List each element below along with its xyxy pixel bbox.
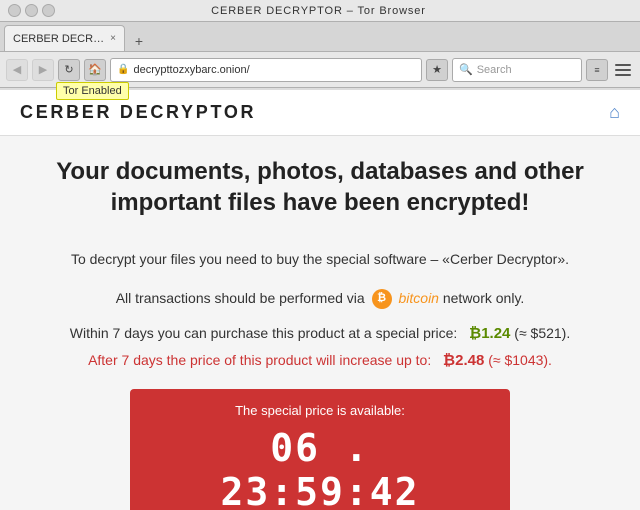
countdown-separator1: . xyxy=(345,426,370,470)
back-icon: ◀ xyxy=(13,63,21,76)
countdown-time-value: 23:59:42 xyxy=(220,470,419,510)
reader-icon: ≡ xyxy=(594,65,599,75)
para1-text: To decrypt your files you need to buy th… xyxy=(71,251,569,267)
page-content: CERBER DECRYPTOR ⌂ Your documents, photo… xyxy=(0,88,640,510)
forward-button[interactable]: ▶ xyxy=(32,59,54,81)
window-title: CERBER DECRYPTOR – Tor Browser xyxy=(55,5,582,17)
tab-label: CERBER DECR… xyxy=(13,33,104,45)
main-heading: Your documents, photos, databases and ot… xyxy=(50,156,590,218)
tor-enabled-tooltip: Tor Enabled xyxy=(56,82,129,100)
after7-prefix: After 7 days the price of this product w… xyxy=(88,352,431,368)
refresh-icon: ↻ xyxy=(64,63,73,76)
forward-icon: ▶ xyxy=(39,63,47,76)
home-icon: 🏠 xyxy=(88,63,102,76)
after7-line: After 7 days the price of this product w… xyxy=(50,352,590,369)
countdown-box: The special price is available: 06 . 23:… xyxy=(130,389,510,510)
new-tab-button[interactable]: + xyxy=(129,31,149,51)
site-title: CERBER DECRYPTOR xyxy=(20,102,256,123)
price-btc2: ₿2.48 xyxy=(443,352,484,369)
para2-suffix: network only. xyxy=(443,290,524,306)
bookmark-icon: ★ xyxy=(432,63,442,76)
bookmark-button[interactable]: ★ xyxy=(426,59,448,81)
price-btc: ₿1.24 xyxy=(469,325,510,342)
back-button[interactable]: ◀ xyxy=(6,59,28,81)
search-input[interactable]: 🔍 Search xyxy=(452,58,582,82)
menu-icon xyxy=(615,64,631,66)
close-button[interactable] xyxy=(42,4,55,17)
tab-close-button[interactable]: × xyxy=(110,33,116,44)
browser-tab[interactable]: CERBER DECR… × xyxy=(4,25,125,51)
lock-icon: 🔒 xyxy=(117,64,129,75)
home-button[interactable]: 🏠 xyxy=(84,59,106,81)
price-usd2: (≈ $1043). xyxy=(488,352,552,368)
page-body: Your documents, photos, databases and ot… xyxy=(20,136,620,510)
search-icon: 🔍 xyxy=(459,63,473,76)
countdown-days: 06 xyxy=(270,426,320,470)
price-usd: (≈ $521). xyxy=(514,325,570,341)
tab-bar: CERBER DECR… × + xyxy=(0,22,640,52)
url-bar[interactable]: 🔒 decrypttozxybarc.onion/ xyxy=(110,58,422,82)
paragraph-2: All transactions should be performed via… xyxy=(50,287,590,309)
price-line: Within 7 days you can purchase this prod… xyxy=(50,325,590,342)
countdown-label: The special price is available: xyxy=(160,403,480,418)
url-text: decrypttozxybarc.onion/ xyxy=(133,64,249,76)
maximize-button[interactable] xyxy=(25,4,38,17)
paragraph-1: To decrypt your files you need to buy th… xyxy=(50,248,590,270)
window-controls[interactable] xyxy=(8,4,55,17)
para3-prefix: Within 7 days you can purchase this prod… xyxy=(70,325,458,341)
title-bar: CERBER DECRYPTOR – Tor Browser xyxy=(0,0,640,22)
countdown-timer: 06 . 23:59:42 xyxy=(160,426,480,510)
bitcoin-label: bitcoin xyxy=(399,290,439,306)
reader-button[interactable]: ≡ xyxy=(586,59,608,81)
para2-prefix: All transactions should be performed via xyxy=(116,290,365,306)
refresh-button[interactable]: ↻ xyxy=(58,59,80,81)
menu-icon xyxy=(615,74,631,76)
menu-icon xyxy=(615,69,631,71)
nav-bar: ◀ ▶ ↻ 🏠 🔒 decrypttozxybarc.onion/ ★ 🔍 Se… xyxy=(0,52,640,88)
minimize-button[interactable] xyxy=(8,4,21,17)
menu-button[interactable] xyxy=(612,59,634,81)
bitcoin-logo: ₿ xyxy=(372,289,392,309)
page-home-icon[interactable]: ⌂ xyxy=(609,102,620,123)
search-placeholder: Search xyxy=(477,64,512,76)
